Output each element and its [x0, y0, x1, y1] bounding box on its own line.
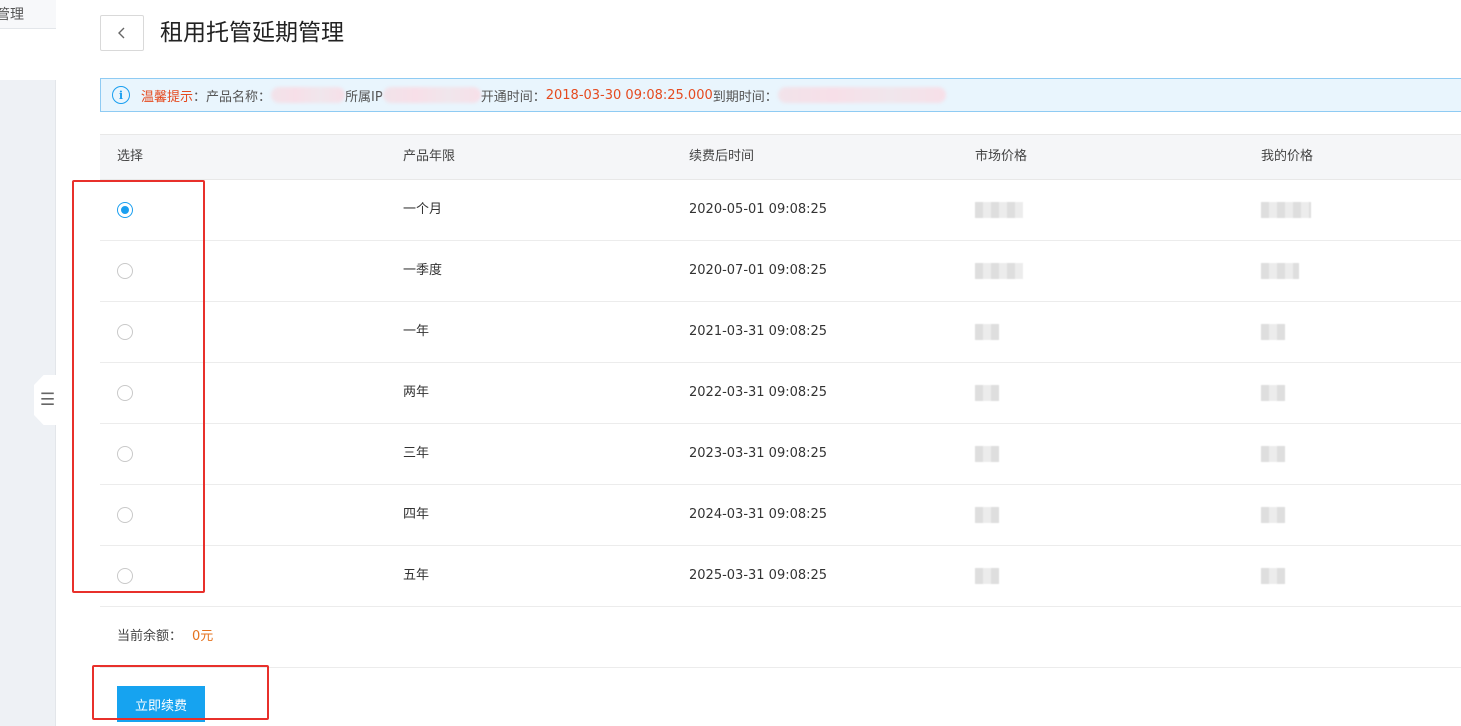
- notice-bar: i 温馨提示 ：产品名称： 所属IP 开通时间： 2018-03-30 09:0…: [100, 78, 1461, 112]
- redacted-my-price: [1261, 385, 1285, 401]
- sidebar-toggle-button[interactable]: ☰: [34, 375, 58, 425]
- header-my-price: 我的价格: [1261, 149, 1314, 164]
- table-row[interactable]: 四年 2024-03-31 09:08:25: [100, 485, 1461, 546]
- header-renew-time: 续费后时间: [689, 149, 755, 164]
- row-renew-time: 2020-05-01 09:08:25: [689, 202, 828, 217]
- row-radio[interactable]: [117, 202, 133, 218]
- back-button[interactable]: [100, 15, 144, 51]
- notice-label: 温馨提示: [141, 89, 194, 105]
- table-row[interactable]: 两年 2022-03-31 09:08:25: [100, 363, 1461, 424]
- row-renew-time: 2024-03-31 09:08:25: [689, 507, 828, 522]
- redacted-ip: [382, 87, 481, 103]
- row-radio[interactable]: [117, 263, 133, 279]
- row-renew-time: 2022-03-31 09:08:25: [689, 385, 828, 400]
- redacted-my-price: [1261, 324, 1285, 340]
- row-duration: 一季度: [403, 263, 443, 278]
- header-select: 选择: [117, 149, 144, 164]
- row-duration: 五年: [403, 568, 430, 583]
- redacted-market-price: [975, 568, 999, 584]
- row-radio[interactable]: [117, 568, 133, 584]
- sidebar-item-label: 管理: [0, 7, 24, 23]
- row-duration: 一年: [403, 324, 430, 339]
- balance-row: 当前余额： 0元: [100, 607, 1461, 668]
- row-radio[interactable]: [117, 385, 133, 401]
- table-row[interactable]: 五年 2025-03-31 09:08:25: [100, 546, 1461, 607]
- table-row[interactable]: 三年 2023-03-31 09:08:25: [100, 424, 1461, 485]
- redacted-market-price: [975, 385, 999, 401]
- row-duration: 四年: [403, 507, 430, 522]
- redacted-market-price: [975, 202, 1023, 218]
- row-duration: 三年: [403, 446, 430, 461]
- redacted-my-price: [1261, 202, 1311, 218]
- header-duration: 产品年限: [403, 149, 456, 164]
- menu-collapse-icon: ☰: [39, 389, 56, 410]
- page-title: 租用托管延期管理: [160, 20, 344, 46]
- redacted-market-price: [975, 507, 999, 523]
- page-root: 管理 ☰ 租用托管延期管理 i 温馨提示 ：产品名称： 所属IP 开通时间： 2…: [0, 0, 1461, 726]
- row-renew-time: 2025-03-31 09:08:25: [689, 568, 828, 583]
- left-sidebar: 管理 ☰: [0, 0, 58, 726]
- row-duration: 一个月: [403, 202, 443, 217]
- row-duration: 两年: [403, 385, 430, 400]
- expire-time-label: 到期时间：: [712, 89, 778, 105]
- row-radio[interactable]: [117, 507, 133, 523]
- table-row[interactable]: 一个月 2020-05-01 09:08:25: [100, 180, 1461, 241]
- chevron-left-icon: [118, 27, 125, 39]
- redacted-product-name: [271, 87, 346, 103]
- redacted-expire-time: [777, 87, 946, 103]
- table-row[interactable]: 一年 2021-03-31 09:08:25: [100, 302, 1461, 363]
- redacted-my-price: [1261, 507, 1285, 523]
- open-time-value: 2018-03-30 09:08:25.000: [545, 87, 713, 103]
- row-renew-time: 2023-03-31 09:08:25: [689, 446, 828, 461]
- balance-value: 0元: [192, 629, 214, 644]
- row-radio[interactable]: [117, 446, 133, 462]
- redacted-my-price: [1261, 263, 1299, 279]
- row-renew-time: 2020-07-01 09:08:25: [689, 263, 828, 278]
- redacted-market-price: [975, 263, 1023, 279]
- open-time-label: 开通时间：: [480, 89, 546, 105]
- table-row[interactable]: 一季度 2020-07-01 09:08:25: [100, 241, 1461, 302]
- renewal-table: 选择 产品年限 续费后时间 市场价格 我的价格 一个月 2020-05-01 0…: [100, 134, 1461, 607]
- redacted-my-price: [1261, 446, 1285, 462]
- row-renew-time: 2021-03-31 09:08:25: [689, 324, 828, 339]
- product-name-label: ：产品名称：: [193, 89, 272, 105]
- table-header: 选择 产品年限 续费后时间 市场价格 我的价格: [100, 134, 1461, 180]
- renew-now-button[interactable]: 立即续费: [117, 686, 205, 722]
- sidebar-top-area: 管理: [0, 0, 56, 80]
- sidebar-item-manage[interactable]: 管理: [0, 0, 56, 29]
- redacted-market-price: [975, 324, 999, 340]
- redacted-my-price: [1261, 568, 1285, 584]
- row-radio[interactable]: [117, 324, 133, 340]
- balance-label: 当前余额：: [117, 629, 183, 644]
- header-market-price: 市场价格: [975, 149, 1028, 164]
- ip-label: 所属IP: [345, 89, 383, 105]
- redacted-market-price: [975, 446, 999, 462]
- info-icon: i: [112, 86, 130, 104]
